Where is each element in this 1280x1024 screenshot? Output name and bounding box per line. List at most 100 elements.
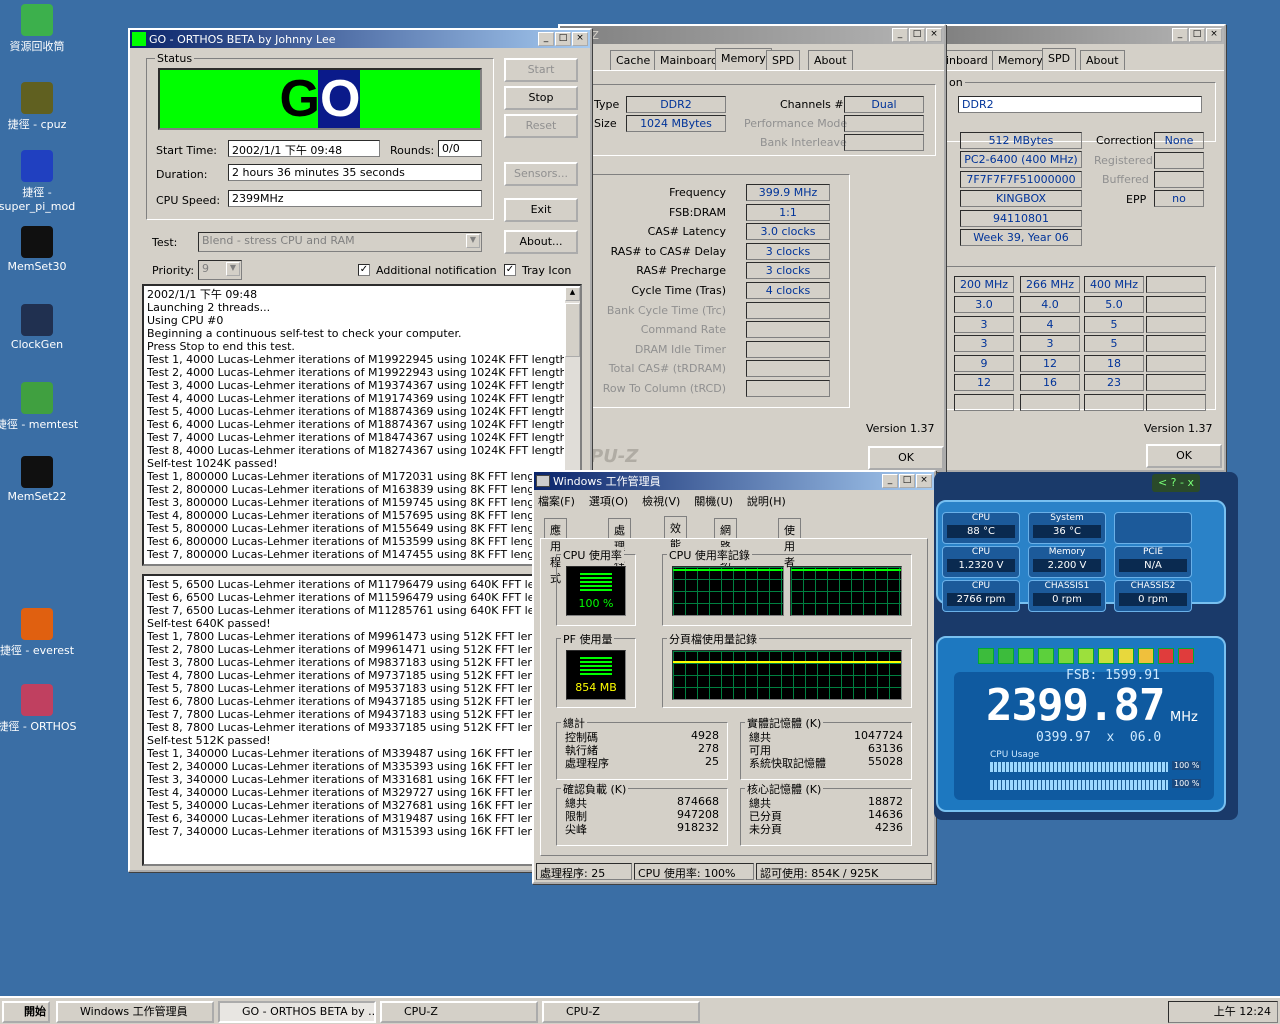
menu-item[interactable]: 檢視(V): [642, 493, 680, 511]
desktop-icon[interactable]: 捷徑 - super_pi_mod: [0, 150, 82, 213]
cpu1-log[interactable]: Test 5, 6500 Lucas-Lehmer iterations of …: [142, 574, 582, 866]
chevron-down-icon[interactable]: ▼: [466, 234, 480, 248]
tab-mainboard[interactable]: Mainboard: [654, 50, 725, 70]
start-button[interactable]: Start: [504, 58, 578, 82]
minimize-button[interactable]: _: [538, 32, 554, 46]
maximize-button[interactable]: □: [909, 28, 925, 42]
minimize-button[interactable]: _: [882, 474, 898, 488]
stat-value: 278: [698, 742, 719, 755]
priority-select[interactable]: 9 ▼: [198, 260, 242, 280]
desktop-icon[interactable]: 資源回收筒: [0, 4, 82, 54]
timing-label: RAS# Precharge: [636, 264, 726, 278]
desktop-icon[interactable]: ClockGen: [0, 304, 82, 351]
close-button[interactable]: ×: [916, 474, 932, 488]
tab-spd[interactable]: SPD: [766, 50, 801, 70]
desktop-icon[interactable]: 捷徑 - ORTHOS: [0, 684, 82, 734]
tab-networking[interactable]: 網路功能: [714, 518, 737, 585]
monitor-controls[interactable]: < ? - x: [1151, 474, 1200, 492]
scroll-up-icon[interactable]: ▲: [565, 287, 580, 301]
maximize-button[interactable]: □: [555, 32, 571, 46]
minimize-button[interactable]: _: [1172, 28, 1188, 42]
exit-button[interactable]: Exit: [504, 198, 578, 222]
maximize-button[interactable]: □: [899, 474, 915, 488]
menu-item[interactable]: 檔案(F): [538, 493, 575, 511]
rounds-field: 0/0: [438, 140, 482, 157]
desktop-icon[interactable]: 捷徑 - cpuz: [0, 82, 82, 132]
test-select[interactable]: Blend - stress CPU and RAM ▼: [198, 232, 482, 252]
correction-label: Correction: [1096, 134, 1153, 147]
close-button[interactable]: ×: [926, 28, 942, 42]
cpu-meter-bars: [580, 573, 612, 591]
tab-spd[interactable]: SPD: [1042, 48, 1077, 70]
chevron-down-icon[interactable]: ▼: [226, 262, 240, 276]
tab-about[interactable]: About: [808, 50, 853, 70]
tab-applications[interactable]: 應用程式: [544, 518, 567, 585]
minimize-button[interactable]: _: [892, 28, 908, 42]
tab-processes[interactable]: 處理程序: [608, 518, 631, 585]
duration-field: 2 hours 36 minutes 35 seconds: [228, 164, 482, 181]
cpu0-log[interactable]: 2002/1/1 下午 09:48 Launching 2 threads... U…: [142, 284, 582, 566]
start-button[interactable]: 開始: [2, 1001, 50, 1023]
taskbar-task-cpuz-2[interactable]: CPU-Z: [542, 1001, 700, 1023]
log-line: Test 7, 4000 Lucas-Lehmer iterations of …: [147, 431, 571, 444]
group-title: Status: [155, 52, 195, 65]
menu-item[interactable]: 關機(U): [694, 493, 733, 511]
led-segment: [1078, 648, 1094, 664]
timing-value: [746, 340, 830, 358]
sensors-button[interactable]: Sensors...: [504, 162, 578, 186]
led-segment: [1158, 648, 1174, 664]
cpuz-window-2: _ □ × inboard Memory SPD About on DDR2 512…: [938, 24, 1226, 472]
stat-label: 處理程序: [565, 757, 609, 770]
tab-users[interactable]: 使用者: [778, 518, 801, 569]
desktop-icon[interactable]: 捷徑 - memtest: [0, 382, 82, 432]
pf-usage-value: 854 MB: [575, 681, 617, 694]
log-line: Test 3, 7800 Lucas-Lehmer iterations of …: [147, 656, 557, 669]
maximize-button[interactable]: □: [1189, 28, 1205, 42]
taskbar: 開始 Windows 工作管理員 GO - ORTHOS BETA by ...…: [0, 996, 1280, 1024]
taskbar-task-orthos[interactable]: GO - ORTHOS BETA by ...: [218, 1001, 376, 1023]
taskbar-clock[interactable]: 上午 12:24: [1214, 1005, 1271, 1018]
spd-manufacturer: KINGBOX: [960, 190, 1082, 207]
tray-icon-checkbox[interactable]: ✓: [504, 264, 516, 276]
stats-physical: 實體記憶體 (K) 總共 1047724 可用 63136 系統快取記憶體 55028: [740, 715, 912, 780]
desktop-icon[interactable]: MemSet30: [0, 226, 82, 273]
desktop-icon[interactable]: MemSet22: [0, 456, 82, 503]
cpuz2-titlebar[interactable]: _ □ ×: [940, 26, 1224, 44]
tab-mainboard[interactable]: inboard: [940, 50, 994, 70]
cpuz1-ok-button[interactable]: OK: [868, 446, 944, 470]
stop-button[interactable]: Stop: [504, 86, 578, 110]
timing-cell: [1146, 374, 1206, 391]
reset-button[interactable]: Reset: [504, 114, 578, 138]
tab-about[interactable]: About: [1080, 50, 1125, 70]
orthos-titlebar[interactable]: GO - ORTHOS BETA by Johnny Lee _ □ ×: [130, 30, 590, 48]
cpuz1-titlebar[interactable]: CPU-Z_□×: [560, 26, 944, 44]
group-title: CPU 使用率: [561, 547, 624, 563]
tab-cache[interactable]: Cache: [610, 50, 657, 70]
menu-item[interactable]: 說明(H): [747, 493, 786, 511]
go-text: GO: [279, 70, 360, 128]
timing-cell: 3: [1020, 335, 1080, 352]
desktop-icon-label: ClockGen: [10, 338, 64, 351]
tab-performance[interactable]: 效能: [664, 516, 687, 551]
scroll-thumb[interactable]: [565, 303, 580, 357]
cpu-usage-value: 100 %: [578, 597, 614, 610]
close-button[interactable]: ×: [572, 32, 588, 46]
log-line: Test 7, 340000 Lucas-Lehmer iterations o…: [147, 825, 557, 838]
menu-item[interactable]: 選項(O): [589, 493, 628, 511]
log-line: Test 5, 4000 Lucas-Lehmer iterations of …: [147, 405, 571, 418]
additional-notification-checkbox[interactable]: ✓: [358, 264, 370, 276]
timing-label: Bank Cycle Time (Trc): [606, 303, 726, 317]
tab-memory[interactable]: Memory: [715, 48, 772, 70]
desktop-icon[interactable]: 捷徑 - everest: [0, 608, 82, 658]
taskbar-task-cpuz-1[interactable]: CPU-Z: [380, 1001, 538, 1023]
taskmgr-titlebar[interactable]: Windows 工作管理員 _ □ ×: [534, 472, 934, 490]
group-title: PF 使用量: [561, 631, 615, 647]
taskbar-task-taskmgr[interactable]: Windows 工作管理員: [56, 1001, 214, 1023]
about-button[interactable]: About...: [504, 230, 578, 254]
cpuz1-version: Version 1.37: [866, 422, 935, 435]
cpuz2-ok-button[interactable]: OK: [1146, 444, 1222, 468]
close-button[interactable]: ×: [1206, 28, 1222, 42]
group-title: 分頁檔使用量記錄: [667, 631, 759, 647]
log-line: Test 4, 800000 Lucas-Lehmer iterations o…: [147, 509, 550, 522]
tab-memory[interactable]: Memory: [992, 50, 1049, 70]
